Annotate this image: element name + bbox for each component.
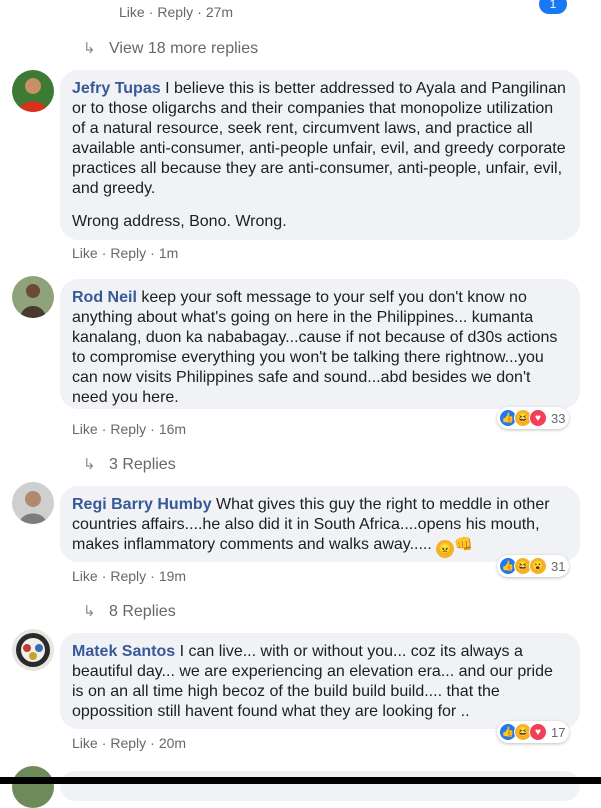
- angry-face-icon: 😠: [436, 540, 455, 558]
- reply-link[interactable]: Reply: [110, 735, 146, 751]
- fist-icon: 👊: [454, 536, 473, 553]
- reaction-count: 31: [551, 558, 566, 574]
- comment-bubble: [60, 771, 580, 801]
- avatar[interactable]: [12, 766, 54, 808]
- reaction-count: 17: [551, 724, 566, 740]
- reply-arrow-icon: ↳: [83, 456, 96, 473]
- reply-link[interactable]: Reply: [110, 245, 146, 261]
- comment-author[interactable]: Matek Santos: [72, 643, 175, 660]
- wow-reaction-icon: 😮: [529, 557, 547, 575]
- comment-text-2: Wrong address, Bono. Wrong.: [72, 213, 287, 230]
- bottom-edge: [0, 777, 601, 784]
- comment-bubble: Matek Santos I can live... with or witho…: [60, 633, 580, 729]
- love-reaction-icon: ♥: [529, 409, 547, 427]
- comment-author[interactable]: Regi Barry Humby: [72, 496, 212, 513]
- reaction-count: 1: [549, 0, 557, 11]
- comment-text: keep your soft message to your self you …: [72, 289, 558, 406]
- comment-bubble: Regi Barry Humby What gives this guy the…: [60, 486, 580, 562]
- comment-meta: Like · Reply · 20m: [72, 735, 187, 751]
- like-link[interactable]: Like: [72, 421, 98, 437]
- comment-meta: Like · Reply · 16m: [72, 421, 187, 437]
- reply-link[interactable]: Reply: [110, 568, 146, 584]
- view-more-replies[interactable]: ↳ View 18 more replies: [83, 39, 258, 58]
- avatar[interactable]: [12, 70, 54, 112]
- reaction-summary[interactable]: 👍 😆 ♥ 33: [497, 407, 570, 429]
- comment-meta: Like · Reply · 19m: [72, 568, 187, 584]
- avatar[interactable]: [12, 276, 54, 318]
- comment-meta: Like · Reply · 27m: [119, 4, 234, 20]
- love-reaction-icon: ♥: [529, 723, 547, 741]
- avatar[interactable]: [12, 482, 54, 524]
- replies-label: 3 Replies: [109, 456, 176, 473]
- comment-time[interactable]: 19m: [159, 568, 186, 584]
- view-replies[interactable]: ↳ 3 Replies: [83, 455, 176, 474]
- comment-time[interactable]: 16m: [159, 421, 186, 437]
- comment-author[interactable]: Rod Neil: [72, 289, 137, 306]
- comment-time[interactable]: 20m: [159, 735, 186, 751]
- reply-link[interactable]: Reply: [157, 4, 193, 20]
- like-link[interactable]: Like: [119, 4, 145, 20]
- view-replies[interactable]: ↳ 8 Replies: [83, 602, 176, 621]
- comment-author[interactable]: Jefry Tupas: [72, 80, 161, 97]
- reaction-badge[interactable]: 1: [539, 0, 567, 14]
- reply-link[interactable]: Reply: [110, 421, 146, 437]
- comment-bubble: Jefry Tupas I believe this is better add…: [60, 70, 580, 240]
- replies-label: 8 Replies: [109, 603, 176, 620]
- comment-bubble: Rod Neil keep your soft message to your …: [60, 279, 580, 409]
- comment-time[interactable]: 27m: [206, 4, 233, 20]
- like-link[interactable]: Like: [72, 735, 98, 751]
- reply-arrow-icon: ↳: [83, 603, 96, 620]
- reaction-count: 33: [551, 410, 566, 426]
- avatar[interactable]: [12, 629, 54, 671]
- reply-arrow-icon: ↳: [83, 40, 96, 57]
- reaction-summary[interactable]: 👍 😆 ♥ 17: [497, 721, 570, 743]
- view-more-label: View 18 more replies: [109, 40, 259, 57]
- comment-text: I believe this is better addressed to Ay…: [72, 80, 566, 197]
- comment-meta: Like · Reply · 1m: [72, 245, 179, 261]
- like-link[interactable]: Like: [72, 568, 98, 584]
- reaction-summary[interactable]: 👍 😆 😮 31: [497, 555, 570, 577]
- like-link[interactable]: Like: [72, 245, 98, 261]
- comment-time[interactable]: 1m: [159, 245, 178, 261]
